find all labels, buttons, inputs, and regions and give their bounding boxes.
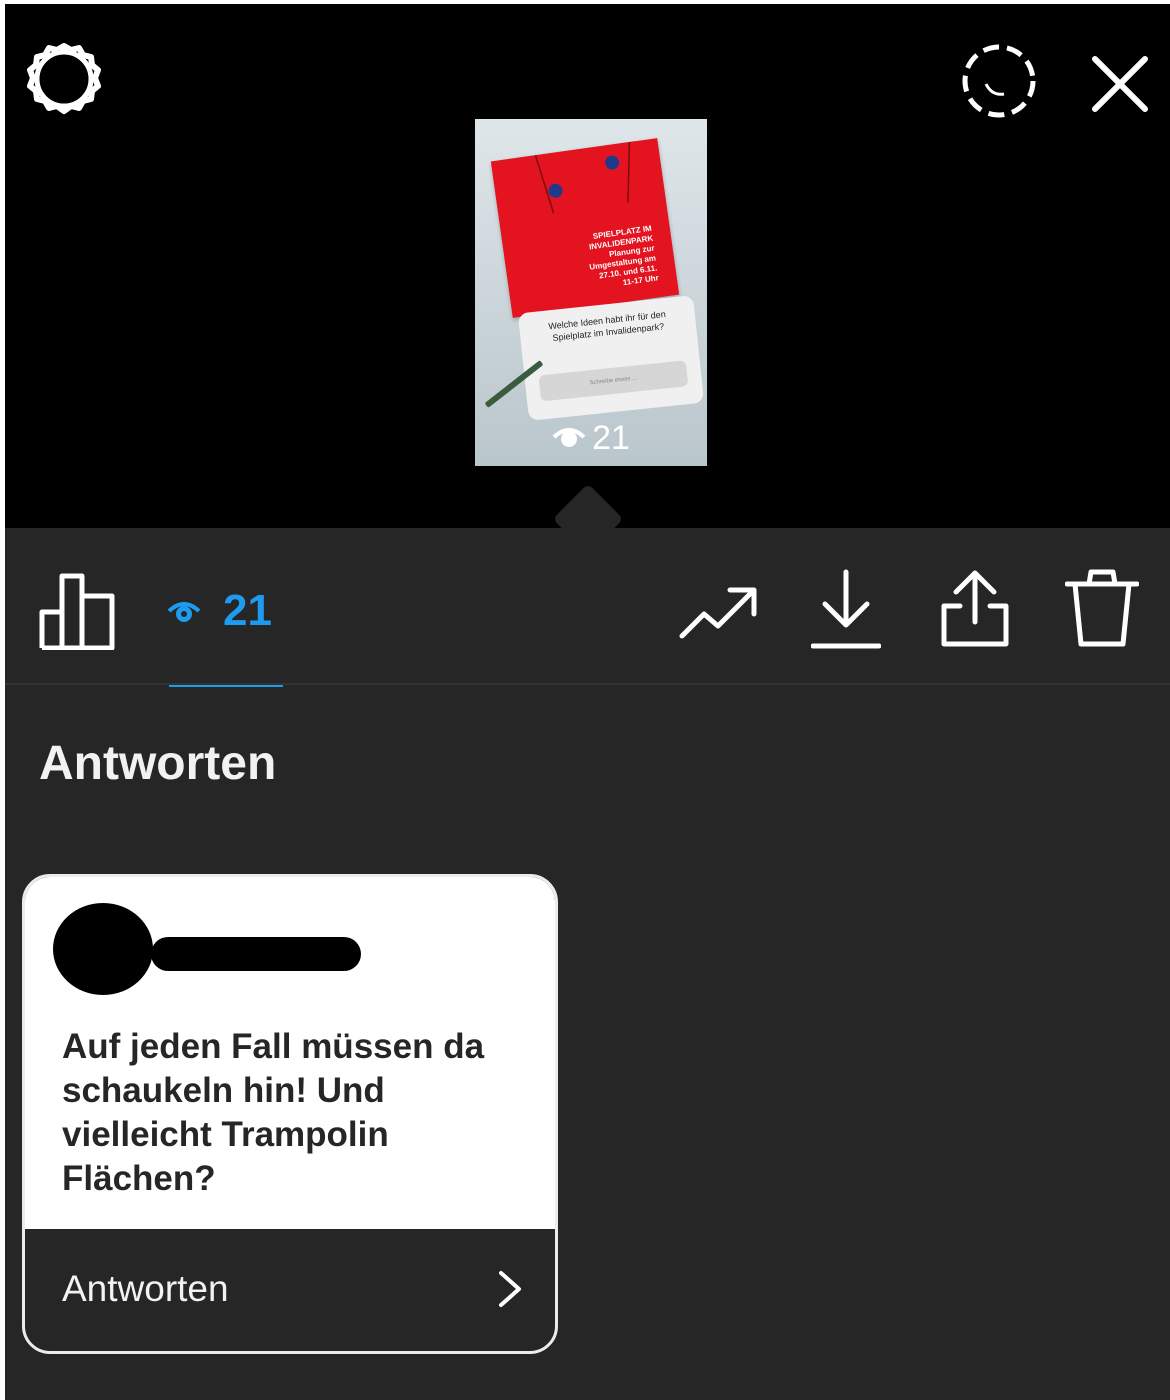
question-text: Welche Ideen habt ihr für den Spielplatz… — [547, 309, 667, 343]
thumbnail-views: 21 — [475, 419, 707, 458]
reply-card-body: Auf jeden Fall müssen da schaukeln hin! … — [25, 877, 555, 1229]
poster-text: SPIELPLATZ IM INVALIDENPARK Planung zur … — [588, 223, 660, 288]
username-redacted — [151, 937, 361, 971]
reply-card[interactable]: Auf jeden Fall müssen da schaukeln hin! … — [22, 874, 558, 1354]
event-poster: SPIELPLATZ IM INVALIDENPARK Planung zur … — [490, 138, 680, 318]
share-icon[interactable] — [940, 568, 1010, 650]
trash-icon[interactable] — [1065, 568, 1139, 650]
question-sticker: Welche Ideen habt ihr für den Spielplatz… — [517, 295, 705, 421]
eye-icon — [167, 586, 201, 636]
thumbnail-views-count: 21 — [592, 419, 630, 457]
story-preview-area: SPIELPLATZ IM INVALIDENPARK Planung zur … — [5, 4, 1170, 528]
reply-text: Auf jeden Fall müssen da schaukeln hin! … — [62, 1027, 485, 1198]
chevron-right-icon — [495, 1269, 525, 1309]
avatar — [53, 903, 153, 995]
tab-views[interactable]: 21 — [167, 576, 272, 646]
settings-icon[interactable] — [23, 40, 105, 122]
section-title: Antworten — [39, 737, 277, 790]
eye-icon — [552, 419, 586, 458]
reply-action-button[interactable]: Antworten — [25, 1229, 555, 1351]
download-icon[interactable] — [811, 568, 881, 650]
reply-action-label: Antworten — [62, 1268, 229, 1309]
stats-icon[interactable] — [39, 568, 117, 650]
story-viewer-screen: SPIELPLATZ IM INVALIDENPARK Planung zur … — [5, 4, 1170, 1400]
story-thumbnail[interactable]: SPIELPLATZ IM INVALIDENPARK Planung zur … — [475, 119, 707, 466]
close-icon[interactable] — [1080, 44, 1160, 124]
question-input: Schreibe etwas ... — [538, 360, 689, 402]
toolbar-divider — [5, 683, 1170, 685]
trend-icon[interactable] — [678, 582, 758, 642]
story-toolbar: 21 — [5, 528, 1170, 687]
views-count: 21 — [223, 586, 272, 635]
loading-indicator-icon — [958, 40, 1040, 122]
